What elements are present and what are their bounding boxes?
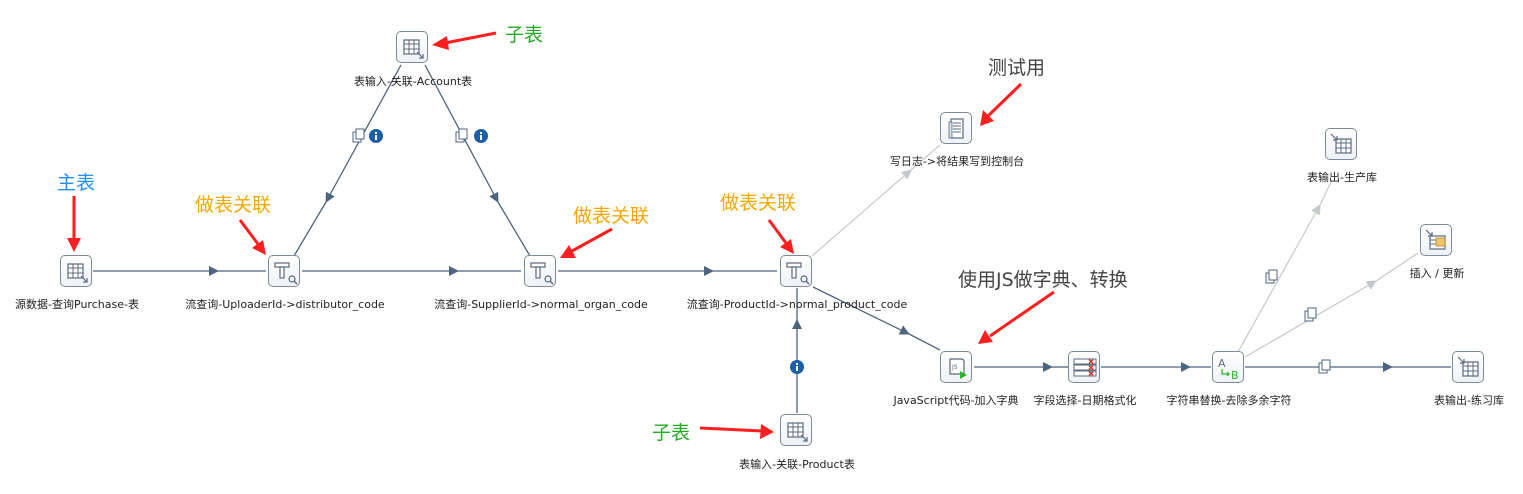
hop-account-to-supplier[interactable] bbox=[424, 64, 531, 257]
hop-replace-to-prod[interactable] bbox=[1237, 179, 1333, 353]
output-practice-label: 表输出-练习库 bbox=[1434, 394, 1504, 407]
copy-icon bbox=[1318, 359, 1331, 374]
table-input-icon bbox=[403, 39, 424, 59]
info-icon bbox=[474, 129, 488, 143]
annotation-shi-yong-js: 使用JS做字典、转换 bbox=[958, 269, 1128, 291]
replace-string-node[interactable]: A B bbox=[1212, 351, 1244, 383]
table-output-icon bbox=[1330, 133, 1352, 154]
insert-update-label: 插入 / 更新 bbox=[1409, 267, 1465, 280]
stream-lookup-icon bbox=[530, 262, 554, 285]
table-input-icon bbox=[787, 422, 808, 442]
annotation-zuo-biao-3: 做表关联 bbox=[720, 192, 797, 214]
lookup-supplier-label: 流查询-SupplierId->normal_organ_code bbox=[434, 298, 648, 311]
annotation-zi-biao-top: 子表 bbox=[505, 24, 544, 46]
javascript-icon: JS bbox=[949, 358, 967, 379]
lookup-product-label: 流查询-ProductId->normal_product_code bbox=[686, 298, 908, 311]
input-product-label: 表输入-关联-Product表 bbox=[739, 458, 855, 471]
svg-text:JS: JS bbox=[951, 364, 958, 371]
info-icon bbox=[790, 360, 804, 374]
input-account-node[interactable] bbox=[396, 31, 428, 63]
lookup-product-node[interactable] bbox=[780, 255, 812, 287]
lookup-uploader-node[interactable] bbox=[268, 255, 300, 287]
annotation-arrow bbox=[699, 424, 774, 439]
annotation-zuo-biao-2: 做表关联 bbox=[573, 205, 650, 227]
hop-replace-to-insert[interactable] bbox=[1244, 252, 1419, 358]
log-icon bbox=[948, 118, 964, 139]
replace-string-icon: A B bbox=[1218, 357, 1239, 382]
javascript-label: JavaScript代码-加入字典 bbox=[893, 394, 1019, 407]
javascript-node[interactable]: JS bbox=[940, 351, 972, 383]
replace-string-label: 字符串替换-去除多余字符 bbox=[1166, 394, 1292, 407]
insert-update-icon bbox=[1425, 229, 1446, 250]
write-log-label: 写日志->将结果写到控制台 bbox=[889, 155, 1025, 168]
annotation-zuo-biao-1: 做表关联 bbox=[195, 194, 272, 216]
annotation-arrow bbox=[767, 219, 794, 254]
stream-lookup-icon bbox=[786, 262, 810, 285]
annotation-ce-shi-yong: 测试用 bbox=[988, 57, 1046, 79]
select-values-icon bbox=[1073, 358, 1097, 377]
annotation-arrow bbox=[238, 219, 266, 255]
write-log-node[interactable] bbox=[940, 112, 972, 144]
insert-update-node[interactable] bbox=[1420, 224, 1452, 256]
copy-icon bbox=[1265, 269, 1278, 284]
info-icon bbox=[369, 129, 383, 143]
transformation-canvas bbox=[67, 31, 1451, 439]
input-account-label: 表输入-关联-Account表 bbox=[353, 75, 473, 88]
table-input-icon bbox=[67, 263, 88, 283]
lookup-supplier-node[interactable] bbox=[524, 255, 556, 287]
annotation-arrow bbox=[980, 82, 1023, 126]
lookup-uploader-label: 流查询-UploaderId->distributor_code bbox=[185, 298, 385, 311]
annotation-arrow bbox=[560, 227, 613, 258]
svg-text:A: A bbox=[1218, 357, 1226, 370]
hop-account-to-uploader[interactable] bbox=[293, 64, 402, 257]
annotation-arrow bbox=[978, 290, 1055, 344]
source-node-label: 源数据-查询Purchase-表 bbox=[15, 298, 139, 311]
annotation-arrow bbox=[432, 31, 497, 50]
input-product-node[interactable] bbox=[780, 414, 812, 446]
source-node[interactable] bbox=[60, 255, 92, 287]
svg-text:B: B bbox=[1231, 369, 1239, 382]
table-output-icon bbox=[1457, 356, 1479, 377]
annotation-zi-biao-bottom: 子表 bbox=[652, 422, 691, 444]
annotation-arrow bbox=[67, 196, 81, 252]
annotation-zhu-biao: 主表 bbox=[57, 172, 96, 194]
stream-lookup-icon bbox=[274, 262, 298, 285]
copy-icon bbox=[352, 128, 365, 143]
output-prod-label: 表输出-生产库 bbox=[1307, 171, 1377, 184]
copy-icon bbox=[1304, 307, 1317, 322]
output-prod-node[interactable] bbox=[1325, 128, 1357, 160]
output-practice-node[interactable] bbox=[1452, 351, 1484, 383]
select-values-label: 字段选择-日期格式化 bbox=[1033, 394, 1137, 407]
select-values-node[interactable] bbox=[1068, 351, 1100, 383]
